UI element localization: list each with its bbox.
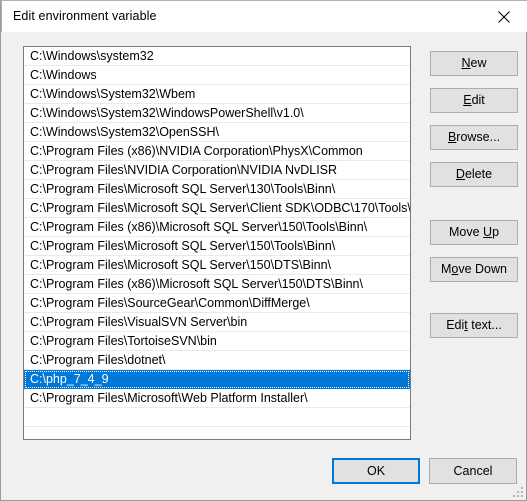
path-list-item[interactable]: C:\Program Files\Microsoft SQL Server\13…: [24, 180, 410, 199]
cancel-button[interactable]: Cancel: [429, 458, 517, 484]
window-title: Edit environment variable: [13, 9, 157, 23]
path-list-item[interactable]: C:\Program Files\TortoiseSVN\bin: [24, 332, 410, 351]
path-list-item[interactable]: C:\Program Files\Microsoft SQL Server\15…: [24, 237, 410, 256]
path-list-item[interactable]: C:\Program Files\dotnet\: [24, 351, 410, 370]
path-list-item[interactable]: C:\Program Files\Microsoft\Web Platform …: [24, 389, 410, 408]
edit-button[interactable]: Edit: [430, 88, 518, 113]
move-up-button[interactable]: Move Up: [430, 220, 518, 245]
path-list-item[interactable]: C:\Program Files\NVIDIA Corporation\NVID…: [24, 161, 410, 180]
path-list-item[interactable]: C:\Windows\system32: [24, 47, 410, 66]
path-list-item[interactable]: C:\php_7_4_9: [24, 370, 410, 389]
path-list[interactable]: C:\Windows\system32 C:\Windows C:\Windows\…: [23, 46, 411, 440]
close-icon[interactable]: [482, 1, 527, 32]
path-list-item[interactable]: C:\Program Files\Microsoft SQL Server\15…: [24, 256, 410, 275]
path-list-item[interactable]: C:\Windows\System32\Wbem: [24, 85, 410, 104]
path-list-empty-row[interactable]: [24, 408, 410, 427]
path-list-item[interactable]: C:\Program Files (x86)\Microsoft SQL Ser…: [24, 218, 410, 237]
title-bar: Edit environment variable: [1, 0, 527, 32]
edit-environment-variable-dialog: Edit environment variable C:\Windows\sys…: [0, 0, 527, 501]
path-list-item[interactable]: C:\Program Files (x86)\Microsoft SQL Ser…: [24, 275, 410, 294]
path-list-item[interactable]: C:\Program Files (x86)\NVIDIA Corporatio…: [24, 142, 410, 161]
new-button[interactable]: New: [430, 51, 518, 76]
ok-button[interactable]: OK: [332, 458, 420, 484]
path-list-item[interactable]: C:\Windows: [24, 66, 410, 85]
path-list-empty-row[interactable]: [24, 427, 410, 439]
edit-text-button[interactable]: Edit text...: [430, 313, 518, 338]
path-list-item[interactable]: C:\Program Files\Microsoft SQL Server\Cl…: [24, 199, 410, 218]
browse-button[interactable]: Browse...: [430, 125, 518, 150]
delete-button[interactable]: Delete: [430, 162, 518, 187]
path-list-item[interactable]: C:\Windows\System32\OpenSSH\: [24, 123, 410, 142]
path-list-item[interactable]: C:\Program Files\SourceGear\Common\DiffM…: [24, 294, 410, 313]
resize-grip-icon[interactable]: [511, 485, 523, 497]
path-list-item[interactable]: C:\Program Files\VisualSVN Server\bin: [24, 313, 410, 332]
move-down-button[interactable]: Move Down: [430, 257, 518, 282]
path-list-item[interactable]: C:\Windows\System32\WindowsPowerShell\v1…: [24, 104, 410, 123]
